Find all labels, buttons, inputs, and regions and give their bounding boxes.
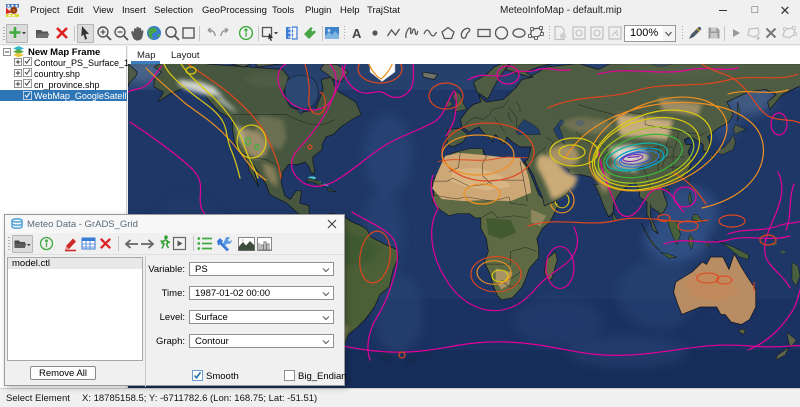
svg-text:A: A <box>352 26 362 41</box>
